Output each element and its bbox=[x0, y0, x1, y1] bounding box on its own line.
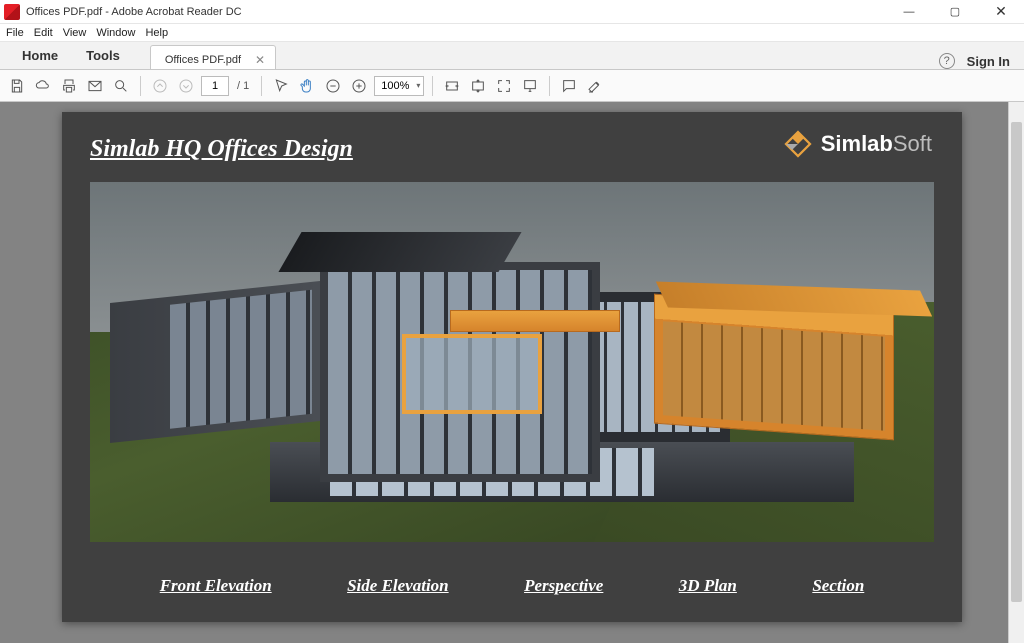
close-button[interactable]: ✕ bbox=[978, 0, 1024, 24]
window-title: Offices PDF.pdf - Adobe Acrobat Reader D… bbox=[26, 6, 886, 18]
fit-width-icon[interactable] bbox=[441, 75, 463, 97]
link-section[interactable]: Section bbox=[812, 576, 864, 596]
pdf-page: Simlab HQ Offices Design SimlabSoft bbox=[62, 112, 962, 622]
toolbar: / 1 100% bbox=[0, 70, 1024, 102]
tab-bar: Home Tools Offices PDF.pdf ✕ ? Sign In bbox=[0, 42, 1024, 70]
page-up-icon[interactable] bbox=[149, 75, 171, 97]
print-icon[interactable] bbox=[58, 75, 80, 97]
menu-window[interactable]: Window bbox=[96, 27, 135, 39]
fullscreen-icon[interactable] bbox=[493, 75, 515, 97]
document-tab-label: Offices PDF.pdf bbox=[165, 54, 241, 66]
toolbar-separator bbox=[549, 76, 550, 96]
logo-text: SimlabSoft bbox=[821, 131, 932, 157]
page-down-icon[interactable] bbox=[175, 75, 197, 97]
minimize-button[interactable]: — bbox=[886, 0, 932, 24]
sign-icon[interactable] bbox=[584, 75, 606, 97]
selection-tool-icon[interactable] bbox=[270, 75, 292, 97]
zoom-in-icon[interactable] bbox=[348, 75, 370, 97]
search-icon[interactable] bbox=[110, 75, 132, 97]
simlabsoft-logo: SimlabSoft bbox=[783, 130, 932, 158]
fit-page-icon[interactable] bbox=[467, 75, 489, 97]
email-icon[interactable] bbox=[84, 75, 106, 97]
logo-icon bbox=[783, 130, 813, 158]
menu-file[interactable]: File bbox=[6, 27, 24, 39]
page-number-input[interactable] bbox=[201, 76, 229, 96]
link-side-elevation[interactable]: Side Elevation bbox=[347, 576, 449, 596]
vertical-scrollbar[interactable] bbox=[1008, 102, 1024, 643]
save-icon[interactable] bbox=[6, 75, 28, 97]
view-links: Front Elevation Side Elevation Perspecti… bbox=[62, 576, 962, 596]
menu-view[interactable]: View bbox=[63, 27, 87, 39]
zoom-select[interactable]: 100% bbox=[374, 76, 424, 96]
toolbar-separator bbox=[432, 76, 433, 96]
tab-document[interactable]: Offices PDF.pdf ✕ bbox=[150, 45, 276, 69]
page-total-label: / 1 bbox=[237, 80, 249, 92]
comment-icon[interactable] bbox=[558, 75, 580, 97]
app-icon bbox=[4, 4, 20, 20]
tab-home[interactable]: Home bbox=[8, 42, 72, 69]
building-render bbox=[90, 182, 934, 542]
window-titlebar: Offices PDF.pdf - Adobe Acrobat Reader D… bbox=[0, 0, 1024, 24]
zoom-out-icon[interactable] bbox=[322, 75, 344, 97]
scrollbar-thumb[interactable] bbox=[1011, 122, 1022, 602]
tab-tools[interactable]: Tools bbox=[72, 42, 134, 69]
toolbar-separator bbox=[140, 76, 141, 96]
menu-help[interactable]: Help bbox=[145, 27, 168, 39]
link-front-elevation[interactable]: Front Elevation bbox=[160, 576, 272, 596]
toolbar-separator bbox=[261, 76, 262, 96]
link-3d-plan[interactable]: 3D Plan bbox=[679, 576, 737, 596]
maximize-button[interactable]: ▢ bbox=[932, 0, 978, 24]
sign-in-button[interactable]: Sign In bbox=[967, 54, 1010, 69]
cloud-icon[interactable] bbox=[32, 75, 54, 97]
close-tab-icon[interactable]: ✕ bbox=[255, 53, 265, 67]
menu-edit[interactable]: Edit bbox=[34, 27, 53, 39]
document-area[interactable]: Simlab HQ Offices Design SimlabSoft bbox=[0, 102, 1024, 643]
help-icon[interactable]: ? bbox=[939, 53, 955, 69]
hand-tool-icon[interactable] bbox=[296, 75, 318, 97]
link-perspective[interactable]: Perspective bbox=[524, 576, 603, 596]
menu-bar: File Edit View Window Help bbox=[0, 24, 1024, 42]
read-mode-icon[interactable] bbox=[519, 75, 541, 97]
